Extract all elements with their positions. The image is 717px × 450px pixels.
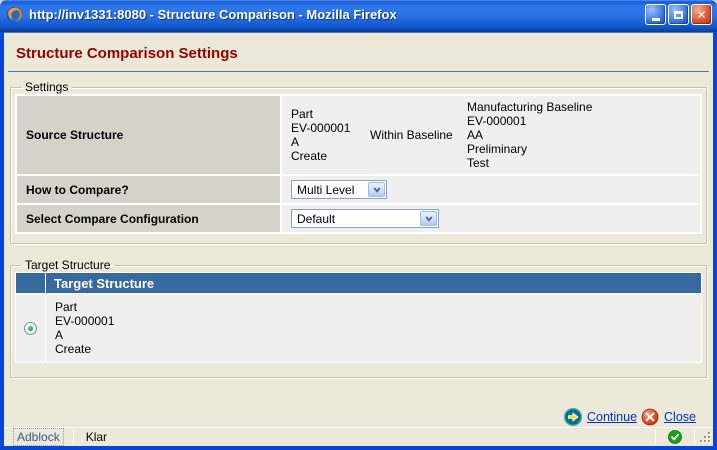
close-icon: ✕: [696, 9, 706, 21]
source-structure-label: Source Structure: [17, 96, 280, 174]
target-table-select-header: [16, 273, 45, 293]
firefox-window: http://inv1331:8080 - Structure Comparis…: [0, 0, 717, 450]
close-x-icon[interactable]: [641, 408, 659, 426]
page-content: Structure Comparison Settings Settings S…: [4, 32, 713, 426]
target-structure-radio[interactable]: [24, 322, 37, 335]
source-structure-lines: Part EV-000001 A Create: [291, 107, 370, 163]
heading-divider: [8, 71, 709, 72]
settings-legend: Settings: [21, 80, 72, 94]
statusbar-divider: [655, 429, 656, 444]
close-button[interactable]: ✕: [691, 4, 712, 25]
how-to-compare-cell: Multi Level: [282, 176, 700, 203]
firefox-icon: [6, 6, 23, 23]
continue-link[interactable]: Continue: [587, 410, 637, 424]
adblock-label: Adblock: [13, 428, 64, 446]
minimize-icon: [652, 18, 660, 21]
status-bar: Adblock Klar: [4, 426, 713, 446]
maximize-icon: [674, 11, 683, 19]
chevron-down-icon[interactable]: [368, 182, 385, 197]
compare-configuration-selected-value: Default: [297, 212, 335, 226]
target-row-radio-cell: [16, 294, 45, 362]
continue-arrow-icon[interactable]: [564, 408, 582, 426]
source-structure-value: Part EV-000001 A Create Within Baseline …: [282, 96, 700, 174]
page-title: Structure Comparison Settings: [16, 45, 713, 62]
close-link[interactable]: Close: [664, 410, 696, 424]
target-structure-legend: Target Structure: [21, 258, 114, 272]
source-baseline-lines: Manufacturing Baseline EV-000001 AA Prel…: [467, 100, 592, 170]
security-ok-icon[interactable]: [668, 430, 682, 444]
compare-configuration-select[interactable]: Default: [291, 209, 439, 228]
resize-grip[interactable]: [697, 429, 713, 445]
statusbar-right: [655, 427, 713, 446]
target-structure-lines: Part EV-000001 A Create: [55, 300, 114, 356]
adblock-status-button[interactable]: Adblock: [4, 430, 73, 444]
target-structure-table: Target Structure Part EV-000001 A Create: [15, 272, 702, 363]
settings-fieldset: Settings Source Structure Part EV-000001…: [10, 80, 707, 244]
chevron-down-icon[interactable]: [420, 211, 437, 226]
status-text: Klar: [74, 430, 655, 444]
maximize-button[interactable]: [668, 4, 689, 25]
statusbar-divider: [694, 429, 695, 444]
how-to-compare-label: How to Compare?: [17, 176, 280, 203]
minimize-button[interactable]: [645, 4, 666, 25]
title-bar[interactable]: http://inv1331:8080 - Structure Comparis…: [0, 0, 717, 32]
settings-table: Source Structure Part EV-000001 A Create…: [15, 94, 702, 234]
compare-configuration-label: Select Compare Configuration: [17, 205, 280, 232]
target-table-column-header: Target Structure: [46, 273, 701, 293]
table-row[interactable]: Part EV-000001 A Create: [46, 294, 701, 362]
source-relation-text: Within Baseline: [370, 128, 467, 142]
target-structure-fieldset: Target Structure Target Structure Part E…: [10, 258, 707, 378]
how-to-compare-selected-value: Multi Level: [297, 183, 354, 197]
action-bar: Continue Close: [4, 408, 700, 426]
window-title: http://inv1331:8080 - Structure Comparis…: [29, 7, 643, 22]
how-to-compare-select[interactable]: Multi Level: [291, 180, 387, 199]
compare-configuration-cell: Default: [282, 205, 700, 232]
